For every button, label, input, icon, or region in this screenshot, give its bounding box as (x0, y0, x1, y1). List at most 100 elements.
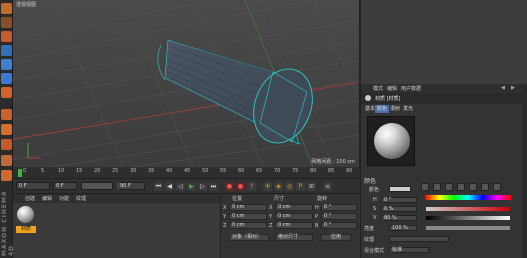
workplane-lock-icon[interactable] (1, 170, 12, 181)
points-mode-icon[interactable] (1, 59, 12, 70)
coordinate-mode-dropdown[interactable]: 对象（相对） (229, 234, 269, 241)
coordinate-manager: 位置 尺寸 旋转 X 0 cm X 0 cm H 0 ° Y 0 cm Y 0 … (220, 194, 360, 258)
texture-field[interactable] (389, 236, 449, 242)
timeline-ruler[interactable]: 0 5 10 15 20 25 30 35 40 45 50 55 60 65 … (13, 167, 360, 179)
menu-mode[interactable]: 模式 (373, 85, 383, 92)
brightness-field[interactable]: 100 % (389, 225, 417, 231)
material-thumbnail[interactable] (17, 206, 34, 223)
value-label: V (373, 215, 377, 221)
color-hsv-icon[interactable] (457, 183, 465, 191)
color-rgb-icon[interactable] (445, 183, 453, 191)
param-key-button[interactable]: P (296, 182, 305, 191)
timeline-options-button[interactable]: ≡ (323, 182, 332, 191)
menu-edit-attr[interactable]: 编辑 (387, 85, 397, 92)
pla-key-button[interactable]: ⊞ (307, 182, 316, 191)
position-key-button[interactable]: ✣ (263, 182, 272, 191)
color-kelvin-icon[interactable] (469, 183, 477, 191)
rot-b-field[interactable]: 0 ° (321, 222, 357, 229)
previous-key-button[interactable]: ◀ (165, 182, 174, 191)
color-picker-icon[interactable] (421, 183, 429, 191)
color-swatch[interactable] (389, 186, 411, 192)
size-header: 尺寸 (274, 196, 285, 202)
value-field[interactable]: 80 % (381, 215, 417, 221)
range-slider[interactable] (81, 182, 113, 190)
tab-color[interactable]: 颜色 (375, 105, 390, 113)
nav-forward-icon[interactable]: ▶ (511, 85, 515, 91)
edges-mode-icon[interactable] (1, 73, 12, 84)
tab-luminance[interactable]: 发光 (401, 105, 415, 113)
pos-z-field[interactable]: 0 cm (229, 222, 267, 229)
go-to-end-button[interactable]: ⏭ (209, 182, 218, 191)
pos-x-field[interactable]: 0 cm (229, 204, 267, 211)
value-bar[interactable] (426, 216, 510, 220)
model-mode-icon[interactable] (1, 17, 12, 28)
enable-axis-icon[interactable] (1, 109, 12, 120)
material-title: 材质 [材质] (375, 96, 401, 102)
rotation-key-button[interactable]: ◈ (274, 182, 283, 191)
color-mixer-icon[interactable] (481, 183, 489, 191)
mix-mode-label: 混合模式 (364, 248, 385, 254)
tab-diffuse[interactable]: 漫射 (388, 105, 402, 113)
menu-function[interactable]: 功能 (59, 195, 69, 202)
color-swatches-icon[interactable] (493, 183, 501, 191)
size-y-field[interactable]: 0 cm (275, 213, 313, 220)
size-y-label: Y (269, 214, 273, 220)
polygons-mode-icon[interactable] (1, 87, 12, 98)
tick-85: 85 (328, 168, 335, 174)
tick-80: 80 (310, 168, 317, 174)
size-mode-dropdown[interactable]: 绝对尺寸 (275, 234, 313, 241)
make-editable-icon[interactable] (1, 3, 12, 14)
material-menubar: 创建 编辑 功能 纹理 (13, 194, 220, 203)
menu-texture[interactable]: 纹理 (76, 195, 86, 202)
viewport-solo-icon[interactable] (1, 139, 12, 150)
workplane-icon[interactable] (1, 45, 12, 56)
tick-15: 15 (76, 168, 83, 174)
size-z-field[interactable]: 0 cm (275, 222, 313, 229)
left-toolbar: MAXON CINEMA 4D (0, 0, 15, 258)
keyframe-selection-button[interactable]: ? (247, 182, 256, 191)
menu-create[interactable]: 创建 (25, 195, 35, 202)
play-backward-button[interactable]: ◁ (176, 182, 185, 191)
apply-button[interactable]: 应用 (321, 234, 351, 241)
rot-b-label: B (315, 223, 319, 229)
attribute-scrollbar[interactable] (522, 84, 527, 258)
hue-spectrum-bar[interactable] (425, 195, 511, 200)
color-section-title: 颜色 (364, 178, 377, 185)
texture-mode-icon[interactable] (1, 31, 12, 42)
rotation-header: 旋转 (317, 196, 328, 202)
play-button[interactable]: ▶ (187, 182, 196, 191)
tick-65: 65 (256, 168, 263, 174)
rot-p-field[interactable]: 0 ° (321, 213, 357, 220)
current-frame-field[interactable]: 0 F (16, 182, 50, 190)
color-spectrum-icon[interactable] (433, 183, 441, 191)
autokey-button[interactable]: ● (236, 182, 245, 191)
tick-10: 10 (58, 168, 65, 174)
nav-back-icon[interactable]: ◀ (501, 85, 505, 91)
go-to-start-button[interactable]: ⏮ (154, 182, 163, 191)
hue-field[interactable]: 0 ° (381, 197, 417, 203)
current-frame-marker[interactable] (18, 169, 22, 177)
record-button[interactable]: ● (225, 182, 234, 191)
saturation-field[interactable]: 0 % (381, 206, 417, 212)
tick-60: 60 (238, 168, 245, 174)
size-z-label: Z (269, 223, 273, 229)
menu-user-data[interactable]: 用户数据 (401, 85, 421, 92)
perspective-viewport[interactable]: 透视视图 网格间距 : 100 cm (13, 0, 360, 167)
tweak-icon[interactable] (1, 124, 12, 135)
material-name-label[interactable]: 材质 (16, 226, 36, 233)
viewport-canvas (13, 0, 359, 167)
scale-key-button[interactable]: ◎ (285, 182, 294, 191)
end-frame-field[interactable]: 90 F (117, 182, 145, 190)
next-key-button[interactable]: ▷ (198, 182, 207, 191)
snap-icon[interactable] (1, 155, 12, 166)
rot-h-field[interactable]: 0 ° (321, 204, 357, 211)
saturation-bar[interactable] (426, 207, 510, 211)
mix-mode-dropdown[interactable]: 标准 (389, 247, 429, 253)
pos-y-field[interactable]: 0 cm (229, 213, 267, 220)
brightness-bar[interactable] (426, 226, 510, 230)
size-x-field[interactable]: 0 cm (275, 204, 313, 211)
material-preview[interactable] (367, 116, 415, 166)
tick-55: 55 (220, 168, 227, 174)
menu-edit[interactable]: 编辑 (42, 195, 52, 202)
start-frame-field[interactable]: 0 F (53, 182, 77, 190)
